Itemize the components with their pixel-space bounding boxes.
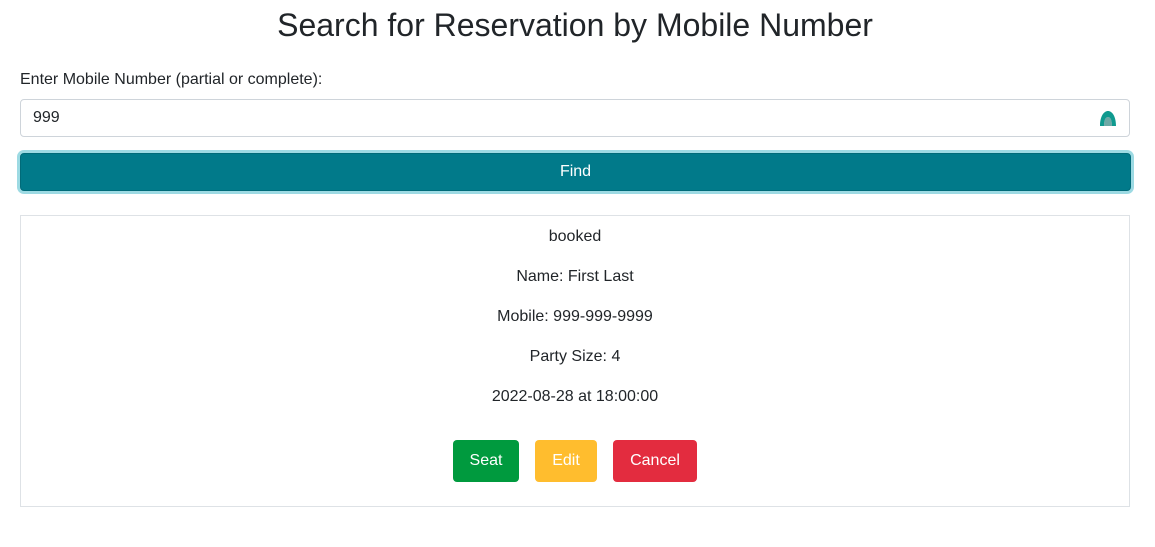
mobile-number-field-wrapper — [20, 99, 1130, 137]
mobile-number-label: Enter Mobile Number (partial or complete… — [20, 71, 323, 88]
seat-button[interactable]: Seat — [453, 440, 519, 482]
reservation-party-size: Party Size: 4 — [529, 348, 621, 365]
reservation-actions: Seat Edit Cancel — [21, 440, 1129, 482]
reservation-datetime: 2022-08-28 at 18:00:00 — [491, 388, 659, 405]
reservation-mobile: Mobile: 999-999-9999 — [497, 308, 653, 325]
page: Search for Reservation by Mobile Number … — [0, 0, 1155, 547]
cancel-button[interactable]: Cancel — [613, 440, 697, 482]
find-button[interactable]: Find — [20, 153, 1131, 191]
page-title: Search for Reservation by Mobile Number — [277, 7, 873, 43]
reservation-name: Name: First Last — [516, 268, 634, 285]
edit-button[interactable]: Edit — [535, 440, 597, 482]
extension-icon[interactable] — [1098, 108, 1118, 128]
reservation-card: booked Name: First Last Mobile: 999-999-… — [20, 215, 1130, 507]
mobile-number-input[interactable] — [20, 99, 1130, 137]
reservation-status: booked — [548, 228, 602, 245]
